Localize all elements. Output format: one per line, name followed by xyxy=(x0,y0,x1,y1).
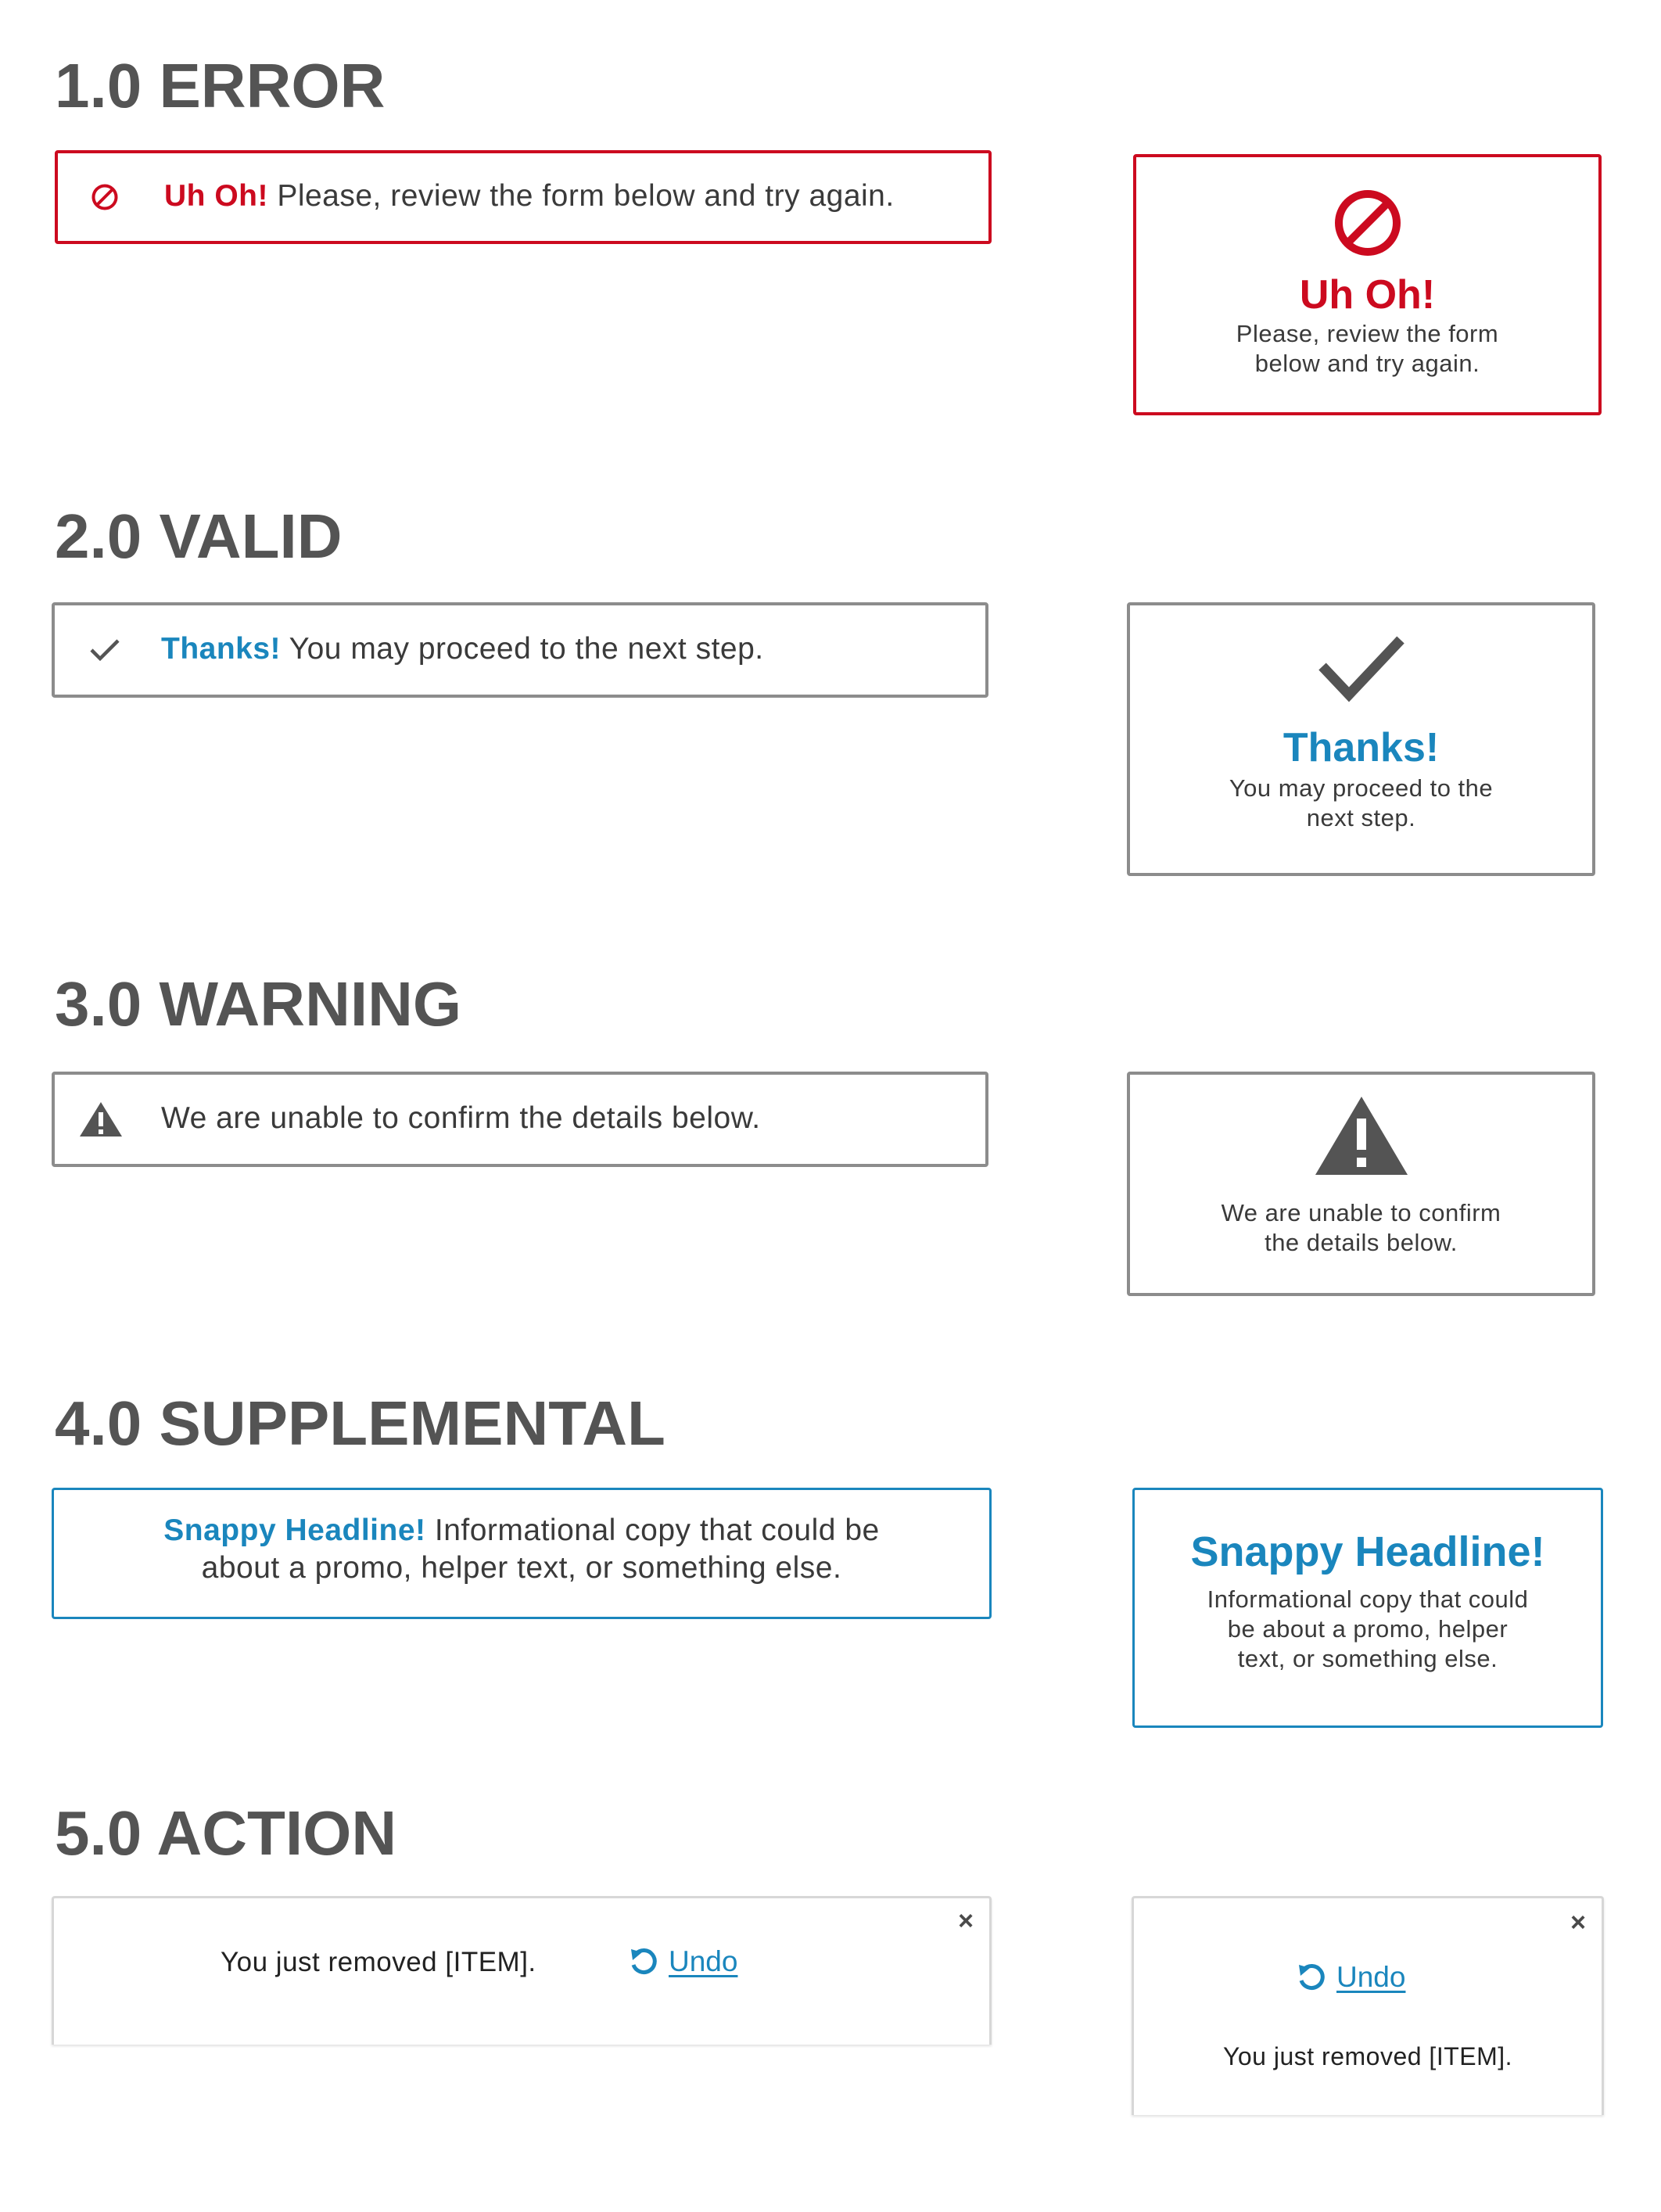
supplemental-alert-line: about a promo, helper text, or something… xyxy=(201,1551,842,1585)
error-alert-lead: Uh Oh! xyxy=(164,179,268,214)
supplemental-card-line: be about a promo, helper xyxy=(1227,1615,1509,1643)
warning-alert-inline: We are unable to confirm the details bel… xyxy=(52,1072,988,1167)
warning-card-line: the details below. xyxy=(1265,1229,1458,1256)
warning-card-line: We are unable to confirm xyxy=(1221,1199,1501,1226)
heading-action: 5.0 ACTION xyxy=(55,1798,397,1868)
valid-alert-lead: Thanks! xyxy=(161,632,282,666)
warning-card-body: We are unable to confirm the details bel… xyxy=(1222,1198,1501,1258)
supplemental-alert-card: Snappy Headline! Informational copy that… xyxy=(1132,1488,1603,1728)
action-alert-message: You just removed [ITEM]. xyxy=(221,1947,536,1977)
valid-alert-text: Thanks! You may proceed to the next step… xyxy=(161,632,764,666)
action-alert-inline: × You just removed [ITEM]. Undo xyxy=(52,1896,992,2045)
undo-icon xyxy=(1299,1964,1325,1990)
supplemental-alert-lead: Snappy Headline! xyxy=(163,1514,426,1547)
prohibited-icon xyxy=(1333,189,1402,257)
close-icon[interactable]: × xyxy=(1570,1909,1586,1936)
supplemental-card-line: text, or something else. xyxy=(1237,1645,1498,1673)
checkmark-icon xyxy=(1318,634,1405,704)
error-card-line: Please, review the form xyxy=(1236,320,1499,348)
undo-label: Undo xyxy=(1336,1961,1406,1993)
action-card-message: You just removed [ITEM]. xyxy=(1222,2042,1513,2070)
supplemental-card-line: Informational copy that could xyxy=(1207,1585,1529,1614)
supplemental-card-body: Informational copy that could be about a… xyxy=(1207,1585,1529,1674)
checkmark-icon xyxy=(89,637,120,663)
supplemental-alert-line: Informational copy that could be xyxy=(434,1514,880,1547)
error-alert-message: Please, review the form below and try ag… xyxy=(277,179,895,214)
valid-card-title: Thanks! xyxy=(1283,725,1440,770)
undo-button[interactable]: Undo xyxy=(628,1945,737,1978)
heading-error: 1.0 ERROR xyxy=(55,51,386,120)
valid-alert-inline: Thanks! You may proceed to the next step… xyxy=(52,602,988,698)
action-alert-card: × Undo You just removed [ITEM]. xyxy=(1132,1896,1604,2115)
supplemental-alert-inline: Snappy Headline! Informational copy that… xyxy=(52,1488,992,1619)
error-card-body: Please, review the form below and try ag… xyxy=(1236,319,1498,379)
error-alert-card: Uh Oh! Please, review the form below and… xyxy=(1133,154,1602,415)
error-card-line: below and try again. xyxy=(1254,350,1480,378)
undo-button[interactable]: Undo xyxy=(1296,1961,1405,1994)
error-alert-inline: Uh Oh! Please, review the form below and… xyxy=(55,150,992,244)
heading-supplemental: 4.0 SUPPLEMENTAL xyxy=(55,1388,665,1458)
error-card-title: Uh Oh! xyxy=(1299,272,1436,318)
warning-alert-text: We are unable to confirm the details bel… xyxy=(161,1101,761,1136)
valid-card-line: You may proceed to the xyxy=(1229,774,1494,803)
valid-alert-card: Thanks! You may proceed to the next step… xyxy=(1127,602,1595,876)
supplemental-alert-text: Snappy Headline! Informational copy that… xyxy=(163,1512,879,1587)
undo-icon xyxy=(631,1948,657,1974)
valid-card-body: You may proceed to the next step. xyxy=(1229,774,1493,833)
warning-triangle-icon xyxy=(78,1101,124,1138)
heading-valid: 2.0 VALID xyxy=(55,501,343,571)
prohibited-icon xyxy=(91,183,119,211)
warning-alert-message: We are unable to confirm the details bel… xyxy=(161,1101,761,1136)
warning-triangle-icon xyxy=(1314,1095,1409,1176)
supplemental-card-title: Snappy Headline! xyxy=(1190,1528,1545,1575)
undo-label: Undo xyxy=(669,1945,738,1977)
error-alert-text: Uh Oh! Please, review the form below and… xyxy=(164,179,895,214)
valid-card-line: next step. xyxy=(1306,804,1416,832)
close-icon[interactable]: × xyxy=(958,1908,974,1934)
warning-alert-card: We are unable to confirm the details bel… xyxy=(1127,1072,1595,1296)
heading-warning: 3.0 WARNING xyxy=(55,969,462,1039)
valid-alert-message: You may proceed to the next step. xyxy=(289,632,764,666)
